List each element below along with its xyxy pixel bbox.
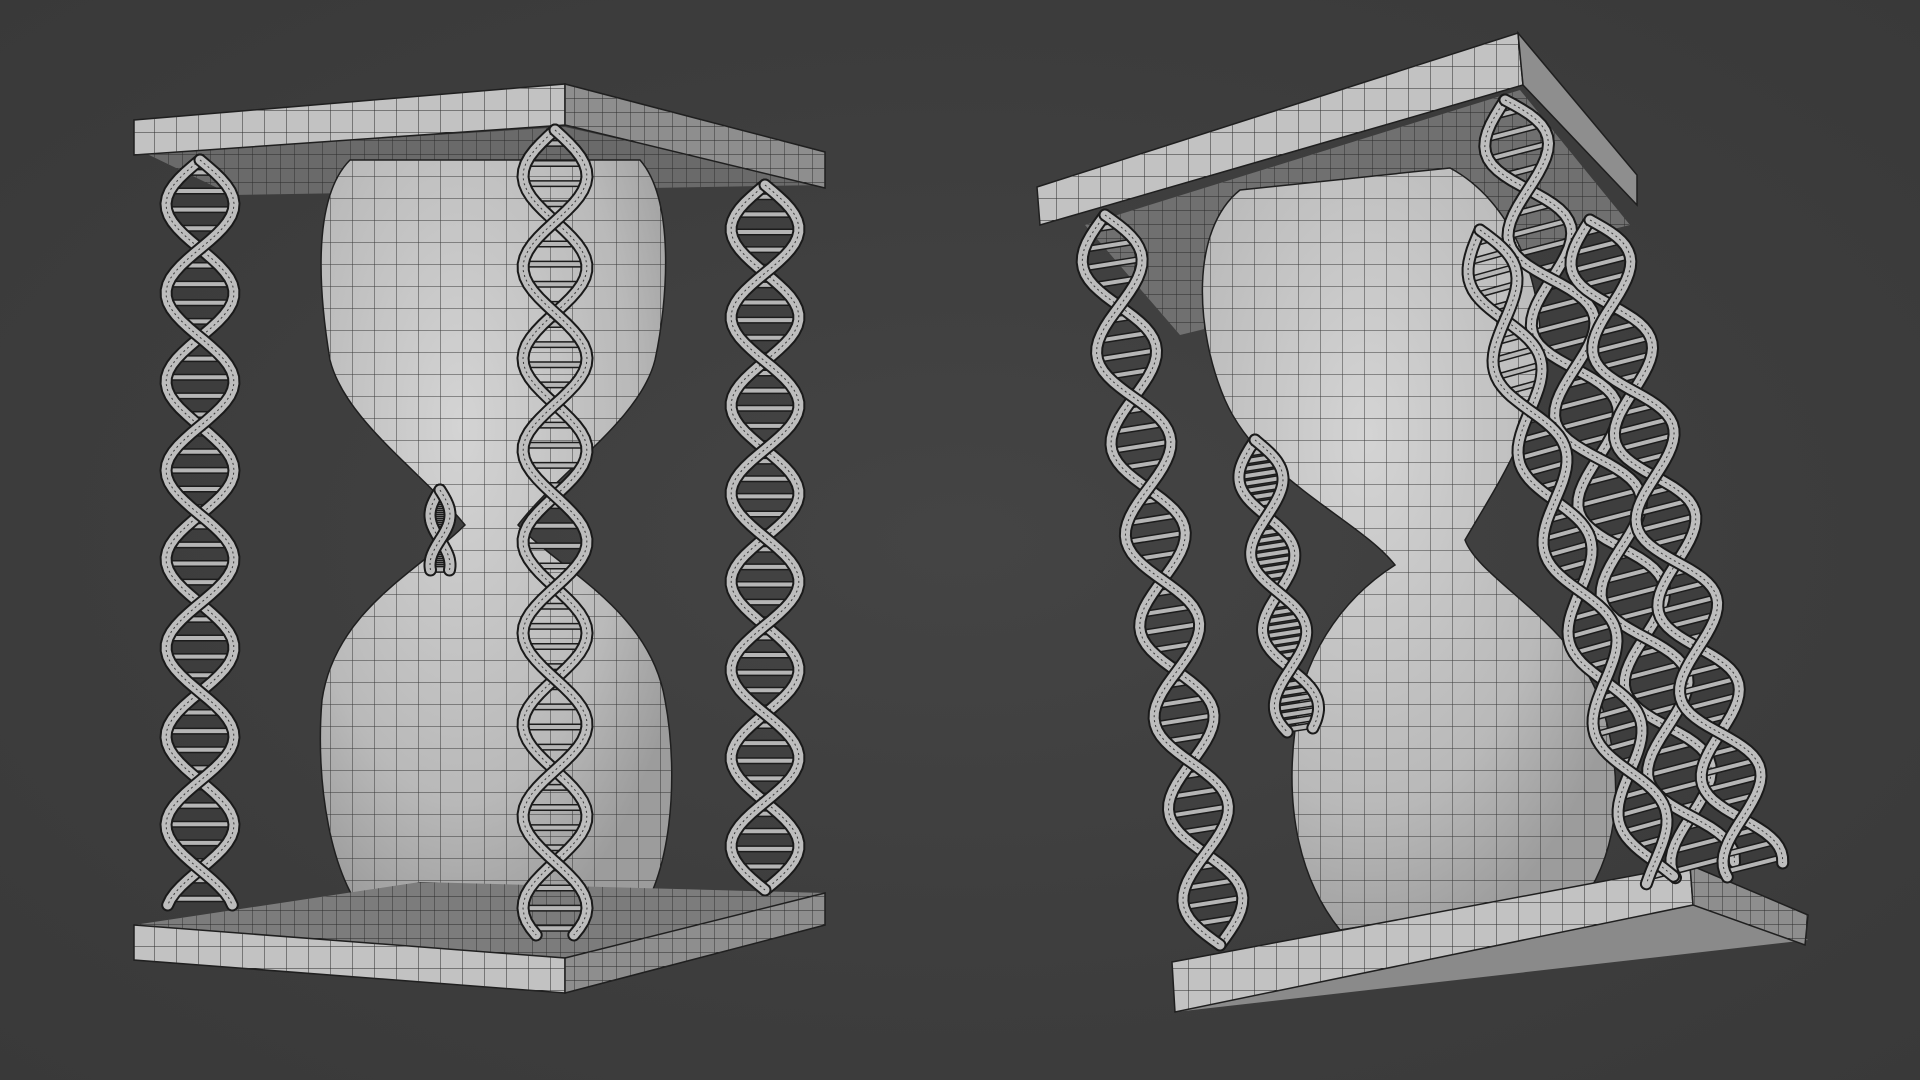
wireframe-render	[133, 30, 1809, 1013]
dna-helix	[423, 483, 457, 577]
dna-rung	[1531, 314, 1595, 335]
dna-helix	[159, 153, 241, 912]
dna-rung	[1592, 335, 1651, 354]
dna-rung	[1577, 487, 1640, 508]
dna-rung	[1567, 622, 1615, 640]
dna-rung	[1518, 443, 1565, 461]
dna-rung	[1637, 514, 1697, 533]
hourglass-front-view[interactable]	[133, 83, 826, 994]
dna-helix	[724, 178, 806, 897]
dna-rung	[1545, 541, 1592, 558]
hourglass-tilted-view[interactable]	[1036, 30, 1809, 1013]
3d-viewport[interactable]	[0, 0, 1920, 1080]
dna-rung	[1571, 254, 1631, 273]
